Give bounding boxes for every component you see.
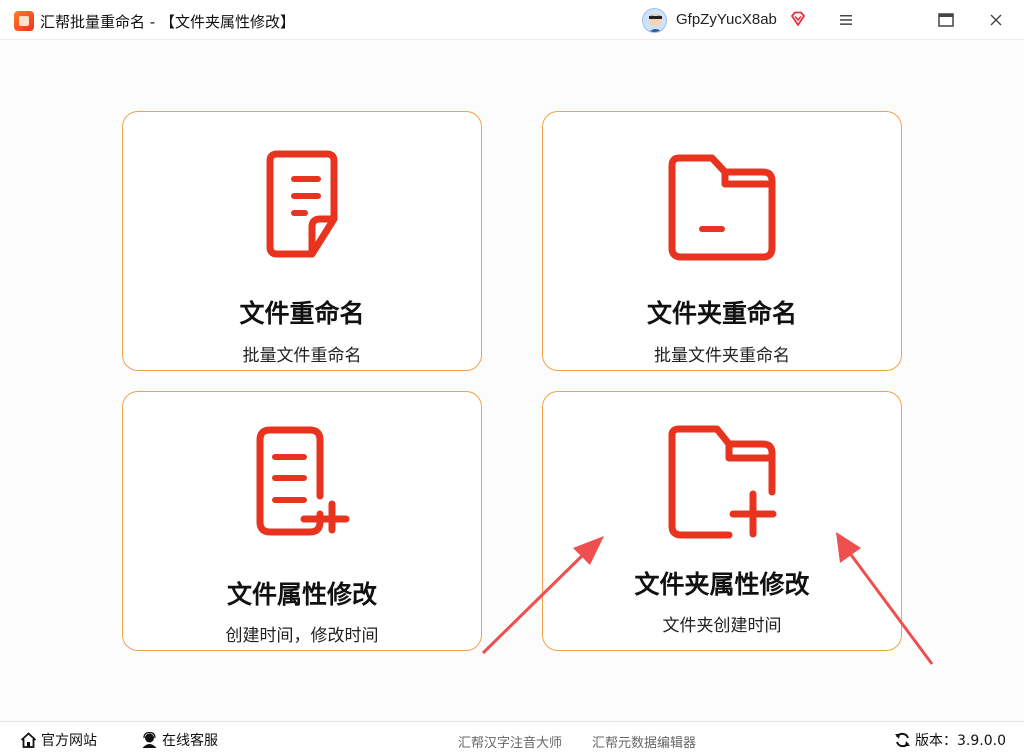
home-icon	[20, 732, 37, 748]
card-subtitle: 批量文件重命名	[242, 346, 362, 366]
hanzi-pinyin-link[interactable]: 汇帮汉字注音大师	[458, 732, 562, 751]
menu-button[interactable]	[831, 6, 861, 34]
maximize-icon	[938, 13, 954, 27]
card-file-attributes[interactable]: 文件属性修改 创建时间，修改时间	[122, 391, 482, 651]
hamburger-icon	[840, 15, 852, 25]
official-website-link[interactable]: 官方网站	[20, 730, 97, 750]
card-title: 文件重命名	[239, 299, 365, 328]
status-bar: 官方网站 在线客服 汇帮汉字注音大师 汇帮元数据编辑器 版本：3.9.0.0	[0, 721, 1024, 755]
maximize-button[interactable]	[931, 6, 961, 34]
card-subtitle: 创建时间，修改时间	[225, 626, 379, 646]
document-icon	[266, 150, 338, 258]
card-file-rename[interactable]: 文件重命名 批量文件重命名	[122, 111, 482, 371]
card-folder-rename[interactable]: 文件夹重命名 批量文件夹重命名	[542, 111, 902, 371]
card-title: 文件夹重命名	[646, 299, 797, 328]
support-agent-icon	[142, 732, 157, 748]
official-website-label: 官方网站	[41, 733, 97, 749]
title-bar: 汇帮批量重命名 - 【文件夹属性修改】 GfpZyYucX8ab	[0, 0, 1024, 40]
version-label: 版本：3.9.0.0	[915, 733, 1006, 749]
online-service-label: 在线客服	[162, 733, 218, 749]
folder-plus-icon	[668, 425, 777, 539]
card-folder-attributes[interactable]: 文件夹属性修改 文件夹创建时间	[542, 391, 902, 651]
window-title: 汇帮批量重命名 - 【文件夹属性修改】	[40, 13, 295, 31]
online-service-link[interactable]: 在线客服	[141, 730, 218, 750]
card-subtitle: 文件夹创建时间	[662, 616, 782, 636]
folder-icon	[668, 154, 776, 261]
card-title: 文件夹属性修改	[634, 570, 810, 599]
vip-diamond-icon[interactable]	[789, 10, 807, 28]
refresh-icon	[895, 732, 910, 748]
close-button[interactable]	[981, 6, 1011, 34]
card-subtitle: 批量文件夹重命名	[654, 346, 790, 366]
card-title: 文件属性修改	[226, 580, 377, 609]
user-avatar[interactable]	[642, 8, 667, 33]
metadata-editor-link[interactable]: 汇帮元数据编辑器	[592, 732, 696, 751]
close-icon	[990, 14, 1002, 26]
document-plus-icon	[256, 426, 350, 536]
app-logo-icon	[14, 11, 34, 31]
username[interactable]: GfpZyYucX8ab	[676, 11, 777, 28]
version-info[interactable]: 版本：3.9.0.0	[894, 730, 1006, 750]
